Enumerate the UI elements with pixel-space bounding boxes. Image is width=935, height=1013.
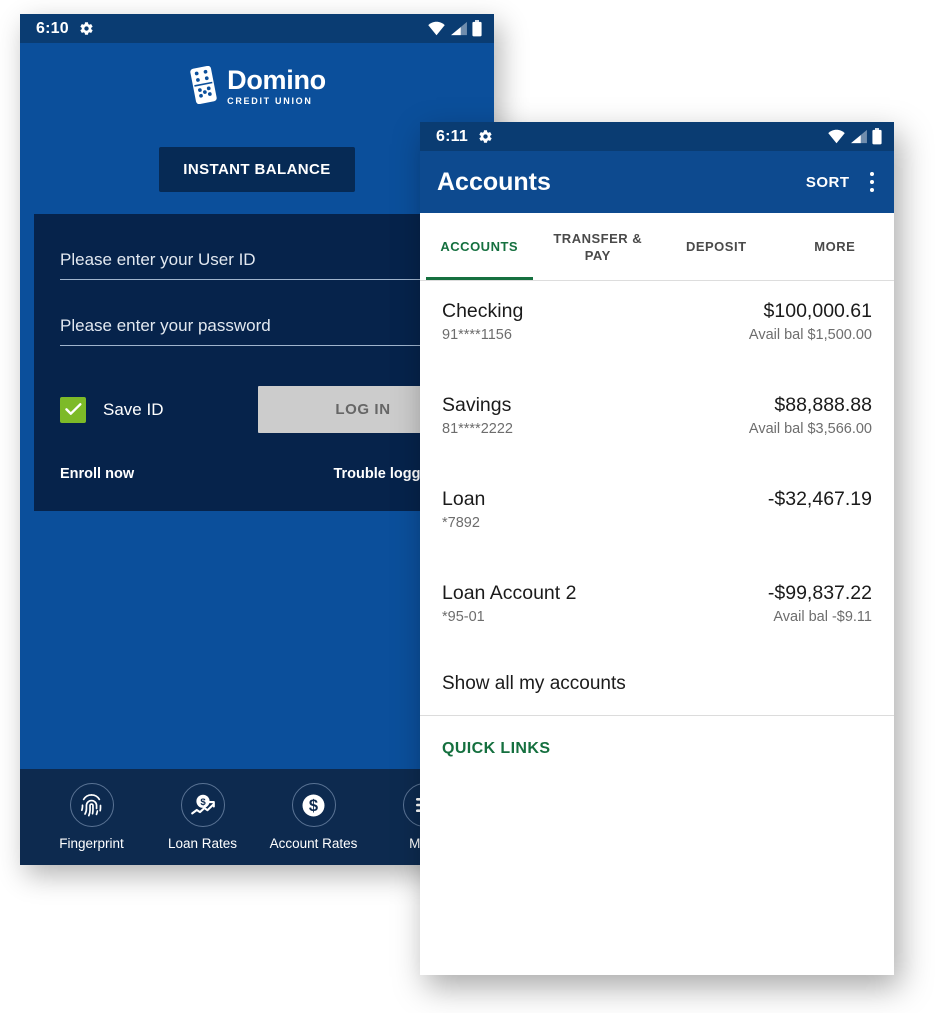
account-balance: -$32,467.19: [767, 488, 872, 510]
domino-tile-icon: [188, 65, 219, 109]
signal-icon: [850, 129, 868, 144]
account-available-balance: Avail bal $1,500.00: [748, 327, 872, 343]
status-bar-indicators: [427, 20, 482, 37]
accounts-list: Checking 91****1156 $100,000.61 Avail ba…: [420, 281, 894, 657]
gear-icon: [478, 129, 493, 144]
nav-label-account-rates: Account Rates: [269, 836, 358, 851]
account-number: 91****1156: [442, 327, 512, 343]
account-available-balance: Avail bal -$9.11: [773, 609, 872, 625]
password-field-wrap: [60, 280, 468, 346]
account-balance: $88,888.88: [774, 394, 872, 416]
overflow-menu-icon[interactable]: [869, 171, 874, 193]
dollar-trend-icon: $: [180, 783, 225, 827]
instant-balance-button[interactable]: INSTANT BALANCE: [159, 147, 355, 192]
account-number: *95-01: [442, 609, 485, 625]
user-id-field-wrap: [60, 214, 468, 280]
tab-accounts[interactable]: ACCOUNTS: [420, 213, 539, 280]
save-id-label: Save ID: [103, 399, 164, 419]
account-row-savings[interactable]: Savings 81****2222 $88,888.88 Avail bal …: [420, 375, 894, 469]
domino-logo: Domino CREDIT UNION: [188, 65, 326, 109]
sort-button[interactable]: SORT: [806, 174, 850, 191]
enroll-now-link[interactable]: Enroll now: [60, 466, 134, 482]
nav-item-loan-rates[interactable]: $ Loan Rates: [147, 783, 258, 851]
battery-icon: [472, 20, 482, 37]
dollar-coin-icon: $: [291, 783, 336, 827]
account-name: Loan: [442, 488, 486, 510]
wifi-icon: [827, 129, 846, 144]
account-row-loan[interactable]: Loan *7892 -$32,467.19: [420, 469, 894, 563]
tab-transfer-and-pay[interactable]: TRANSFER & PAY: [539, 213, 658, 280]
brand-tagline: CREDIT UNION: [227, 96, 313, 106]
login-status-bar: 6:10: [20, 14, 494, 43]
status-bar-time: 6:11: [436, 127, 468, 145]
account-available-balance: Avail bal $3,566.00: [748, 421, 872, 437]
accounts-status-bar: 6:11: [420, 122, 894, 151]
account-row-checking[interactable]: Checking 91****1156 $100,000.61 Avail ba…: [420, 281, 894, 375]
quick-links-header[interactable]: QUICK LINKS: [420, 716, 894, 758]
status-bar-indicators: [827, 128, 882, 145]
fingerprint-icon: [69, 783, 114, 827]
signal-icon: [450, 21, 468, 36]
accounts-app-bar: Accounts SORT: [420, 151, 894, 213]
nav-label-loan-rates: Loan Rates: [167, 836, 238, 851]
page-title: Accounts: [437, 167, 551, 196]
nav-item-account-rates[interactable]: $ Account Rates: [258, 783, 369, 851]
gear-icon: [79, 21, 94, 36]
password-input[interactable]: [60, 316, 468, 346]
account-name: Loan Account 2: [442, 582, 577, 604]
accounts-tab-bar: ACCOUNTS TRANSFER & PAY DEPOSIT MORE: [420, 213, 894, 281]
status-bar-time: 6:10: [36, 19, 69, 37]
user-id-input[interactable]: [60, 250, 468, 280]
tab-more[interactable]: MORE: [776, 213, 895, 280]
account-row-loan-account-2[interactable]: Loan Account 2 *95-01 -$99,837.22 Avail …: [420, 563, 894, 657]
account-balance: -$99,837.22: [767, 582, 872, 604]
save-id-checkbox[interactable]: [60, 396, 86, 423]
nav-item-fingerprint[interactable]: Fingerprint: [36, 783, 147, 851]
brand-name: Domino: [227, 65, 326, 95]
account-number: 81****2222: [442, 421, 513, 437]
brand-header: Domino CREDIT UNION: [20, 43, 494, 131]
nav-label-fingerprint: Fingerprint: [59, 836, 124, 851]
svg-text:$: $: [200, 797, 206, 808]
show-all-accounts-link[interactable]: Show all my accounts: [420, 657, 894, 716]
wifi-icon: [427, 21, 446, 36]
accounts-phone-screen: 6:11 Accounts SORT ACCOUNTS TRANSFER & P…: [420, 122, 894, 975]
account-name: Checking: [442, 300, 524, 322]
account-number: *7892: [442, 515, 480, 531]
tab-deposit[interactable]: DEPOSIT: [657, 213, 776, 280]
svg-text:$: $: [309, 797, 318, 815]
account-balance: $100,000.61: [763, 300, 872, 322]
battery-icon: [872, 128, 882, 145]
account-name: Savings: [442, 394, 512, 416]
